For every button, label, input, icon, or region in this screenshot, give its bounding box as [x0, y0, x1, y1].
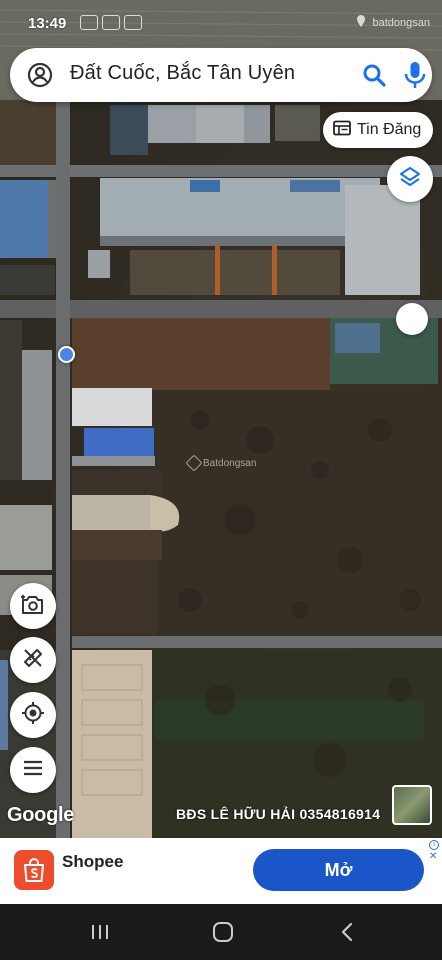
add-photo-button[interactable]	[10, 583, 56, 629]
google-logo: Google	[7, 804, 75, 826]
status-icons: batdongsan	[355, 14, 431, 31]
ad-app-name: Shopee	[62, 852, 124, 871]
ad-banner[interactable]: Shopee Mở i ✕	[0, 838, 442, 904]
layers-icon	[398, 165, 422, 194]
account-circle-icon[interactable]	[26, 61, 54, 89]
street-view-thumbnail[interactable]	[392, 785, 432, 825]
notification-icon	[124, 15, 142, 30]
menu-button[interactable]	[10, 747, 56, 793]
back-icon[interactable]	[336, 920, 360, 944]
search-icon[interactable]	[360, 61, 388, 89]
ad-info-icon[interactable]: i	[429, 840, 439, 850]
open-button[interactable]: Mở	[253, 849, 424, 891]
search-bar[interactable]: Đất Cuốc, Bắc Tân Uyên	[10, 48, 432, 102]
notification-icon	[102, 15, 120, 30]
notification-icon	[80, 15, 98, 30]
watermark-text: Batdongsan	[203, 457, 257, 469]
mic-icon[interactable]	[402, 60, 428, 90]
tin-dang-button[interactable]: Tin Đăng	[323, 112, 433, 148]
compass-button[interactable]	[396, 303, 428, 335]
carrier-mark: batdongsan	[372, 16, 431, 29]
home-icon[interactable]	[211, 920, 235, 944]
search-input[interactable]: Đất Cuốc, Bắc Tân Uyên	[70, 62, 295, 85]
contact-caption: BĐS LÊ HỮU HẢI 0354816914	[176, 806, 381, 822]
recents-icon[interactable]	[88, 920, 112, 944]
my-location-button[interactable]	[10, 692, 56, 738]
clock: 13:49	[28, 15, 67, 32]
menu-icon	[22, 759, 44, 782]
measure-icon	[21, 646, 45, 675]
batdongsan-logo-icon	[185, 454, 203, 472]
shopee-logo[interactable]	[14, 850, 54, 890]
ad-close-icon[interactable]: ✕	[429, 852, 437, 862]
location-status-icon	[355, 14, 367, 31]
measure-button[interactable]	[10, 637, 56, 683]
tin-dang-label: Tin Đăng	[357, 121, 422, 138]
batdongsan-watermark: Batdongsan	[185, 454, 257, 472]
system-nav-bar	[0, 904, 442, 960]
status-bar: 13:49 batdongsan	[0, 0, 442, 48]
layers-button[interactable]	[387, 156, 433, 202]
add-photo-icon	[20, 592, 46, 621]
my-location-icon	[20, 700, 46, 731]
location-marker[interactable]	[58, 346, 75, 363]
listing-icon	[333, 120, 351, 141]
